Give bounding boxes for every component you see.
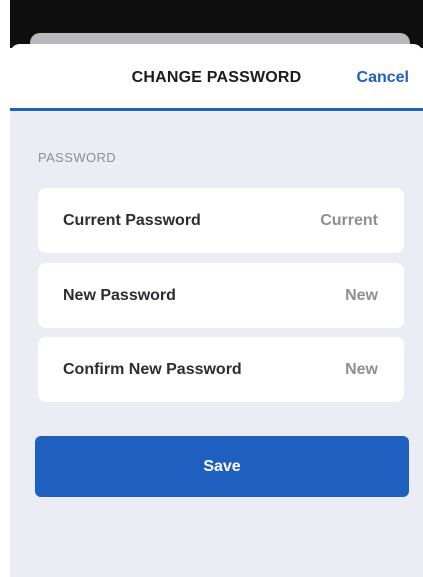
confirm-password-row[interactable]: Confirm New Password (38, 337, 404, 402)
confirm-password-label: Confirm New Password (63, 360, 242, 378)
cancel-button[interactable]: Cancel (355, 67, 411, 89)
current-password-row[interactable]: Current Password (38, 188, 404, 253)
current-password-input[interactable] (268, 211, 378, 230)
new-password-row[interactable]: New Password (38, 263, 404, 328)
current-password-label: Current Password (63, 211, 201, 229)
section-label: PASSWORD (38, 150, 117, 165)
change-password-modal: CHANGE PASSWORD Cancel PASSWORD Current … (10, 44, 423, 577)
new-password-label: New Password (63, 286, 176, 304)
screen: CHANGE PASSWORD Cancel PASSWORD Current … (0, 0, 423, 577)
new-password-input[interactable] (268, 286, 378, 305)
save-button[interactable]: Save (35, 436, 409, 497)
confirm-password-input[interactable] (268, 360, 378, 379)
modal-header: CHANGE PASSWORD Cancel (10, 44, 423, 111)
